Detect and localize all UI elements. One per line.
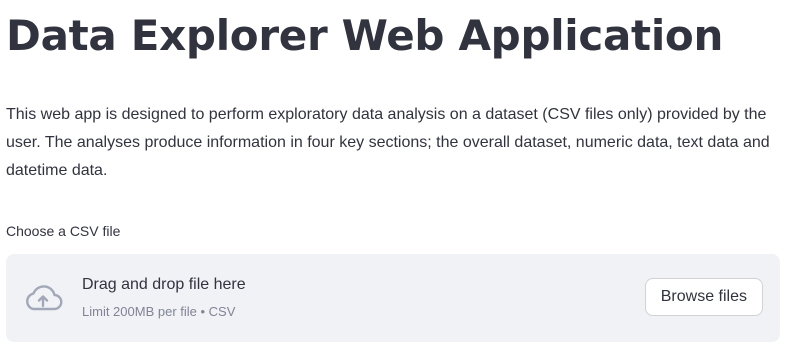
dropzone-instructions: Drag and drop file here Limit 200MB per … xyxy=(82,274,246,320)
browse-files-button[interactable]: Browse files xyxy=(644,278,763,316)
page-title: Data Explorer Web Application xyxy=(6,11,724,60)
file-limit-text: Limit 200MB per file • CSV xyxy=(82,304,236,319)
cloud-upload-icon xyxy=(26,285,63,311)
file-dropzone[interactable]: Drag and drop file here Limit 200MB per … xyxy=(6,254,780,342)
file-uploader-label: Choose a CSV file xyxy=(6,223,121,239)
drag-drop-text: Drag and drop file here xyxy=(82,276,246,293)
intro-paragraph: This web app is designed to perform expl… xyxy=(6,106,770,179)
